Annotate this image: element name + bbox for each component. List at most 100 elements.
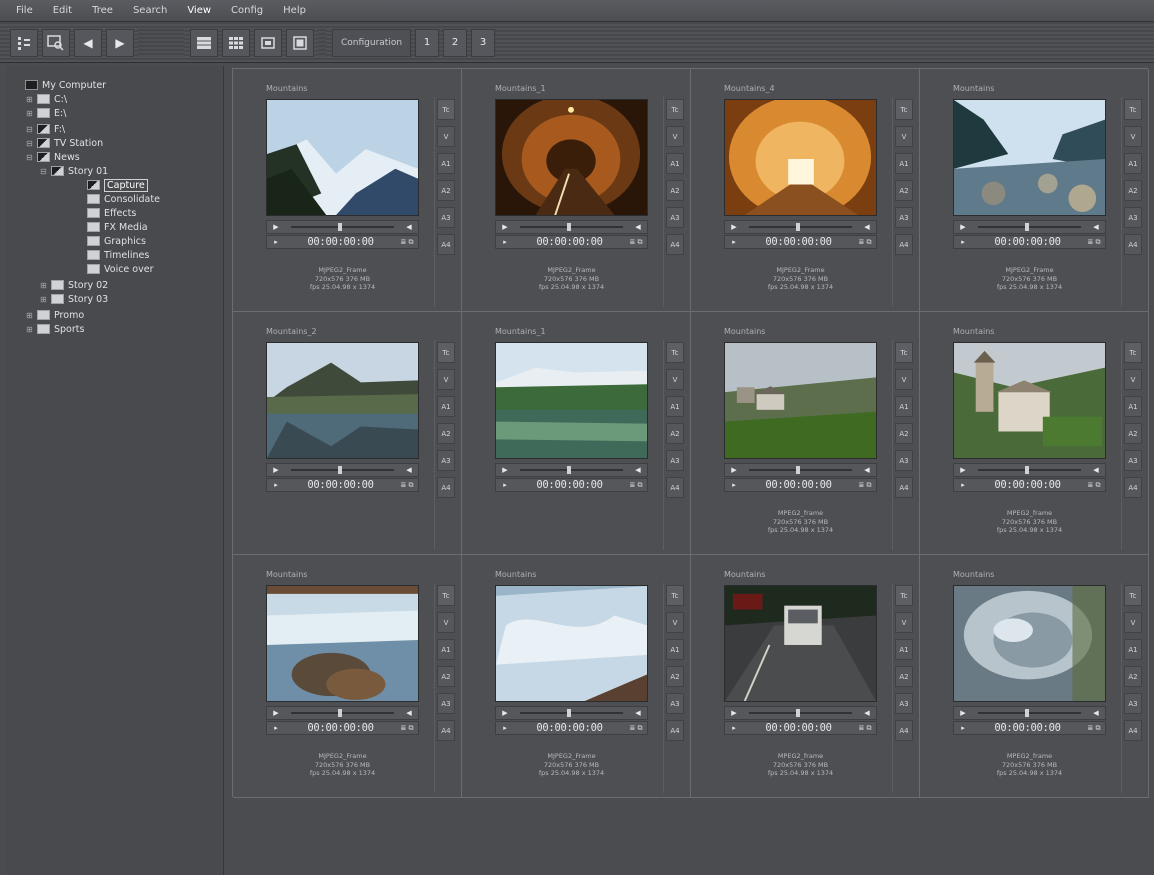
tree-node[interactable]: ⊞ C:\	[26, 92, 67, 106]
track-button-a3[interactable]: A3	[895, 450, 913, 471]
track-button-a3[interactable]: A3	[895, 693, 913, 714]
step-icon[interactable]: ▸	[496, 479, 514, 491]
track-button-a4[interactable]: A4	[666, 477, 684, 498]
play-icon[interactable]: ▶	[267, 464, 285, 476]
effects-icon[interactable]: ≣ ⧉	[396, 481, 418, 490]
track-button-tc[interactable]: Tc	[437, 342, 455, 363]
track-button-a3[interactable]: A3	[1124, 207, 1142, 228]
rewind-icon[interactable]: ◀	[858, 464, 876, 476]
clip-card[interactable]: Mountains_1 ▶ ◀ ▸ 00:00:00:00 ≣ ⧉ MJPEG2…	[462, 69, 691, 312]
clip-thumbnail[interactable]	[724, 585, 877, 702]
play-icon[interactable]: ▶	[725, 221, 743, 233]
tree-node[interactable]: FX Media	[76, 220, 148, 234]
clip-card[interactable]: Mountains ▶ ◀ ▸ 00:00:00:00 ≣ ⧉ MJPEG2_F…	[920, 69, 1149, 312]
play-icon[interactable]: ▶	[496, 707, 514, 719]
config-2-button[interactable]: 2	[443, 28, 468, 57]
tree-node[interactable]: ⊟ TV Station	[26, 136, 103, 150]
clip-card[interactable]: Mountains_1 ▶ ◀ ▸ 00:00:00:00 ≣ ⧉ Tc V A1 A…	[462, 312, 691, 555]
config-3-button[interactable]: 3	[471, 28, 496, 57]
play-icon[interactable]: ▶	[954, 707, 972, 719]
tree-node[interactable]: ⊞ Story 02	[40, 278, 108, 292]
track-button-tc[interactable]: Tc	[1124, 99, 1142, 120]
scrub-handle[interactable]	[1025, 223, 1030, 231]
tree-node[interactable]: Graphics	[76, 234, 146, 248]
menu-view[interactable]: View	[177, 0, 221, 22]
config-1-button[interactable]: 1	[415, 28, 440, 57]
track-button-a1[interactable]: A1	[666, 639, 684, 660]
track-button-a1[interactable]: A1	[1124, 396, 1142, 417]
effects-icon[interactable]: ≣ ⧉	[1083, 724, 1105, 733]
play-icon[interactable]: ▶	[496, 464, 514, 476]
menu-edit[interactable]: Edit	[43, 0, 82, 22]
track-button-a2[interactable]: A2	[1124, 423, 1142, 444]
play-icon[interactable]: ▶	[267, 707, 285, 719]
scrub-bar[interactable]: ▶ ◀	[953, 463, 1106, 477]
menu-tree[interactable]: Tree	[82, 0, 123, 22]
thumbnail-view-button[interactable]	[254, 28, 282, 57]
track-button-a2[interactable]: A2	[437, 666, 455, 687]
track-button-a1[interactable]: A1	[895, 396, 913, 417]
rewind-icon[interactable]: ◀	[400, 707, 418, 719]
grid-view-button[interactable]	[222, 28, 250, 57]
track-button-v[interactable]: V	[895, 126, 913, 147]
play-icon[interactable]: ▶	[725, 464, 743, 476]
track-button-tc[interactable]: Tc	[666, 99, 684, 120]
tree-node[interactable]: Consolidate	[76, 192, 160, 206]
effects-icon[interactable]: ≣ ⧉	[854, 724, 876, 733]
track-button-tc[interactable]: Tc	[895, 342, 913, 363]
scrub-bar[interactable]: ▶ ◀	[495, 706, 648, 720]
scrub-handle[interactable]	[796, 466, 801, 474]
track-button-v[interactable]: V	[666, 126, 684, 147]
track-button-a4[interactable]: A4	[895, 234, 913, 255]
track-button-a1[interactable]: A1	[437, 153, 455, 174]
step-icon[interactable]: ▸	[267, 236, 285, 248]
scrub-slider[interactable]	[520, 223, 623, 231]
scrub-handle[interactable]	[567, 466, 572, 474]
track-button-tc[interactable]: Tc	[895, 99, 913, 120]
clip-card[interactable]: Mountains ▶ ◀ ▸ 00:00:00:00 ≣ ⧉ MJPEG2_F…	[233, 69, 462, 312]
scrub-handle[interactable]	[338, 709, 343, 717]
tree-node[interactable]: My Computer	[14, 78, 106, 92]
track-button-a2[interactable]: A2	[895, 180, 913, 201]
scrub-slider[interactable]	[978, 466, 1081, 474]
scrub-bar[interactable]: ▶ ◀	[495, 220, 648, 234]
scrub-handle[interactable]	[338, 466, 343, 474]
tree-node[interactable]: ⊞ E:\	[26, 106, 66, 120]
clip-thumbnail[interactable]	[724, 342, 877, 459]
track-button-a3[interactable]: A3	[1124, 450, 1142, 471]
step-icon[interactable]: ▸	[954, 479, 972, 491]
collapse-icon[interactable]: ⊟	[26, 139, 34, 148]
track-button-a1[interactable]: A1	[666, 396, 684, 417]
step-icon[interactable]: ▸	[267, 479, 285, 491]
rewind-icon[interactable]: ◀	[629, 707, 647, 719]
step-icon[interactable]: ▸	[496, 722, 514, 734]
track-button-a1[interactable]: A1	[1124, 639, 1142, 660]
play-icon[interactable]: ▶	[954, 464, 972, 476]
rewind-icon[interactable]: ◀	[1087, 707, 1105, 719]
clip-card[interactable]: Mountains ▶ ◀ ▸ 00:00:00:00 ≣ ⧉ MJPEG2_F…	[462, 555, 691, 798]
track-button-tc[interactable]: Tc	[437, 585, 455, 606]
rewind-icon[interactable]: ◀	[400, 464, 418, 476]
clip-card[interactable]: Mountains ▶ ◀ ▸ 00:00:00:00 ≣ ⧉ MPEG2_fr…	[920, 312, 1149, 555]
track-button-a2[interactable]: A2	[666, 666, 684, 687]
rewind-icon[interactable]: ◀	[629, 464, 647, 476]
track-button-a4[interactable]: A4	[1124, 720, 1142, 741]
effects-icon[interactable]: ≣ ⧉	[625, 481, 647, 490]
effects-icon[interactable]: ≣ ⧉	[625, 238, 647, 247]
step-icon[interactable]: ▸	[725, 722, 743, 734]
track-button-tc[interactable]: Tc	[1124, 342, 1142, 363]
menu-search[interactable]: Search	[123, 0, 177, 22]
track-button-v[interactable]: V	[895, 369, 913, 390]
track-button-a2[interactable]: A2	[1124, 180, 1142, 201]
track-button-a4[interactable]: A4	[437, 720, 455, 741]
clip-card[interactable]: Mountains ▶ ◀ ▸ 00:00:00:00 ≣ ⧉ MJPEG2_F…	[233, 555, 462, 798]
track-button-v[interactable]: V	[437, 369, 455, 390]
scrub-handle[interactable]	[567, 709, 572, 717]
expand-icon[interactable]: ⊞	[26, 109, 34, 118]
scrub-handle[interactable]	[1025, 709, 1030, 717]
scrub-bar[interactable]: ▶ ◀	[724, 463, 877, 477]
scrub-handle[interactable]	[338, 223, 343, 231]
scrub-slider[interactable]	[749, 223, 852, 231]
tree-node[interactable]: Capture	[76, 178, 148, 192]
scrub-bar[interactable]: ▶ ◀	[495, 463, 648, 477]
